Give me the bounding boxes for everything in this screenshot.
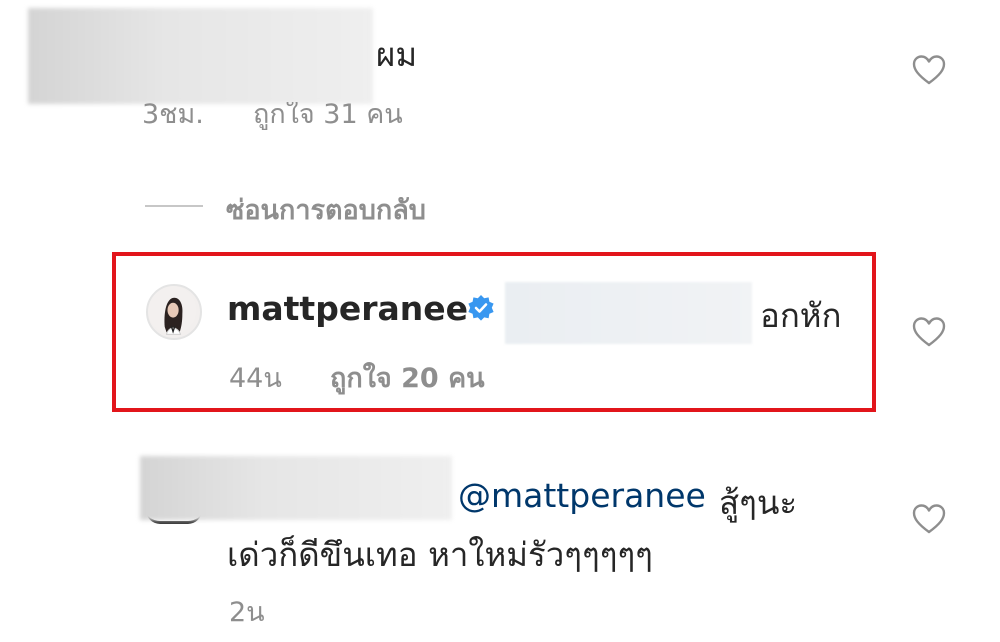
mention-link[interactable]: @mattperanee <box>458 476 706 515</box>
like-heart-icon[interactable] <box>912 503 946 535</box>
like-heart-icon[interactable] <box>912 316 946 348</box>
hide-replies-button[interactable]: ซ่อนการตอบกลับ <box>226 188 426 231</box>
comment-3-text-line1: สู้ๆนะ <box>719 483 798 522</box>
comment-3-text-line2: เด่วก็ดีขึนเทอ หาใหม่รัวๆๆๆๆๆ <box>227 535 653 574</box>
comment-3-time: 2น <box>229 597 265 628</box>
comment-2-likes[interactable]: ถูกใจ 20 คน <box>330 356 485 399</box>
comment-2-time: 44น <box>229 363 282 394</box>
avatar[interactable] <box>146 284 202 340</box>
blurred-user-info <box>28 8 373 104</box>
like-heart-icon[interactable] <box>912 54 946 86</box>
comment-2-text: อกหัก <box>760 296 842 335</box>
blurred-comment-text <box>505 282 752 344</box>
blurred-user-info <box>140 456 452 520</box>
comment-2-username[interactable]: mattperanee <box>227 289 468 328</box>
verified-badge-icon <box>467 294 495 322</box>
comments-screen: ผม 3ชม. ถูกใจ 31 คน ซ่อนการตอบกลับ mattp… <box>0 0 1000 642</box>
comment-1-text: ผม <box>376 35 418 74</box>
replies-divider <box>145 205 203 207</box>
